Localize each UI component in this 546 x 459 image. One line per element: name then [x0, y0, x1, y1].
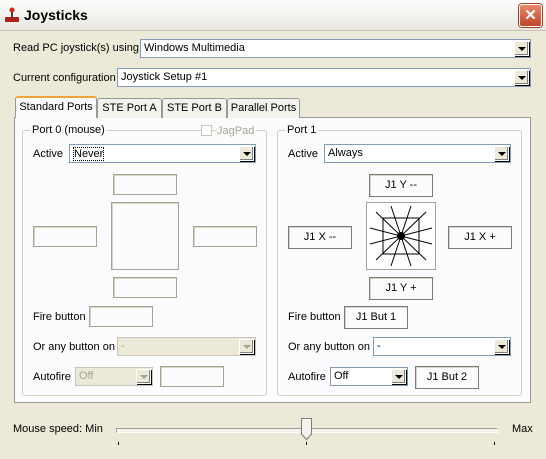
port0-any-button-value: - [121, 340, 125, 352]
port1-stick-preview [366, 202, 436, 270]
tab-ste-port-b[interactable]: STE Port B [162, 98, 227, 118]
port1-autofire-button[interactable]: J1 But 2 [415, 366, 479, 389]
port1-fire-button[interactable]: J1 But 1 [344, 306, 408, 329]
port0-active-value: Never [73, 147, 105, 161]
read-joystick-select[interactable]: Windows Multimedia [140, 39, 531, 58]
port0-stick-preview [111, 202, 179, 270]
port0-active-select[interactable]: Never [69, 144, 256, 163]
port0-active-label: Active [33, 148, 63, 160]
current-config-value: Joystick Setup #1 [121, 71, 208, 83]
chevron-down-icon[interactable] [391, 369, 406, 384]
chevron-down-icon[interactable] [136, 369, 151, 384]
port1-title: Port 1 [285, 124, 319, 136]
port0-x-left-box[interactable] [33, 226, 97, 247]
port0-fire-label: Fire button [33, 311, 86, 323]
slider-tick-min [118, 442, 119, 445]
port1-any-button-label: Or any button on [288, 341, 370, 353]
port1-any-button-value: - [377, 340, 381, 352]
port0-x-right-box[interactable] [193, 226, 257, 247]
mouse-speed-thumb[interactable] [301, 418, 312, 440]
chevron-down-icon[interactable] [494, 146, 509, 161]
current-config-label: Current configuration [13, 72, 116, 84]
slider-tick-max [494, 442, 495, 445]
port0-fire-box[interactable] [89, 306, 153, 327]
chevron-down-icon[interactable] [239, 146, 254, 161]
mouse-speed-label: Mouse speed: Min [13, 423, 103, 435]
read-joystick-label: Read PC joystick(s) using [13, 42, 139, 54]
joystick-icon [5, 7, 19, 22]
port1-x-left-button[interactable]: J1 X -- [288, 226, 352, 249]
port0-y-down-box[interactable] [113, 277, 177, 298]
port1-x-right-button[interactable]: J1 X + [448, 226, 512, 249]
tab-parallel-ports[interactable]: Parallel Ports [227, 98, 300, 118]
chevron-down-icon[interactable] [239, 339, 254, 354]
slider-tick-mid [306, 442, 307, 445]
chevron-down-icon[interactable] [514, 70, 529, 85]
port1-y-down-button[interactable]: J1 Y + [369, 277, 433, 300]
port0-any-button-select[interactable]: - [117, 337, 256, 356]
port1-autofire-value: Off [334, 370, 349, 382]
port0-title: Port 0 (mouse) [30, 124, 107, 136]
tab-ste-port-a[interactable]: STE Port A [97, 98, 162, 118]
close-icon[interactable]: ✕ [519, 4, 542, 27]
port1-fire-label: Fire button [288, 311, 341, 323]
window-title: Joysticks [24, 7, 88, 23]
port1-any-button-select[interactable]: - [373, 337, 511, 356]
port1-autofire-select[interactable]: Off [330, 367, 408, 386]
mouse-speed-max-label: Max [512, 423, 533, 435]
read-joystick-value: Windows Multimedia [144, 42, 245, 54]
port0-autofire-select[interactable]: Off [75, 367, 153, 386]
port1-y-up-button[interactable]: J1 Y -- [369, 174, 433, 197]
port0-y-up-box[interactable] [113, 174, 177, 195]
port1-autofire-label: Autofire [288, 371, 326, 383]
port0-autofire-button-box[interactable] [160, 366, 224, 387]
port0-autofire-value: Off [79, 370, 94, 382]
port1-active-label: Active [288, 148, 318, 160]
current-config-select[interactable]: Joystick Setup #1 [117, 68, 531, 87]
port0-autofire-label: Autofire [33, 371, 71, 383]
jagpad-label: JagPad [217, 125, 257, 137]
chevron-down-icon[interactable] [514, 41, 529, 56]
port1-active-select[interactable]: Always [324, 144, 511, 163]
chevron-down-icon[interactable] [494, 339, 509, 354]
port0-any-button-label: Or any button on [33, 341, 115, 353]
tab-standard-ports[interactable]: Standard Ports [15, 96, 97, 118]
port1-active-value: Always [328, 147, 363, 159]
jagpad-checkbox[interactable] [201, 125, 212, 136]
